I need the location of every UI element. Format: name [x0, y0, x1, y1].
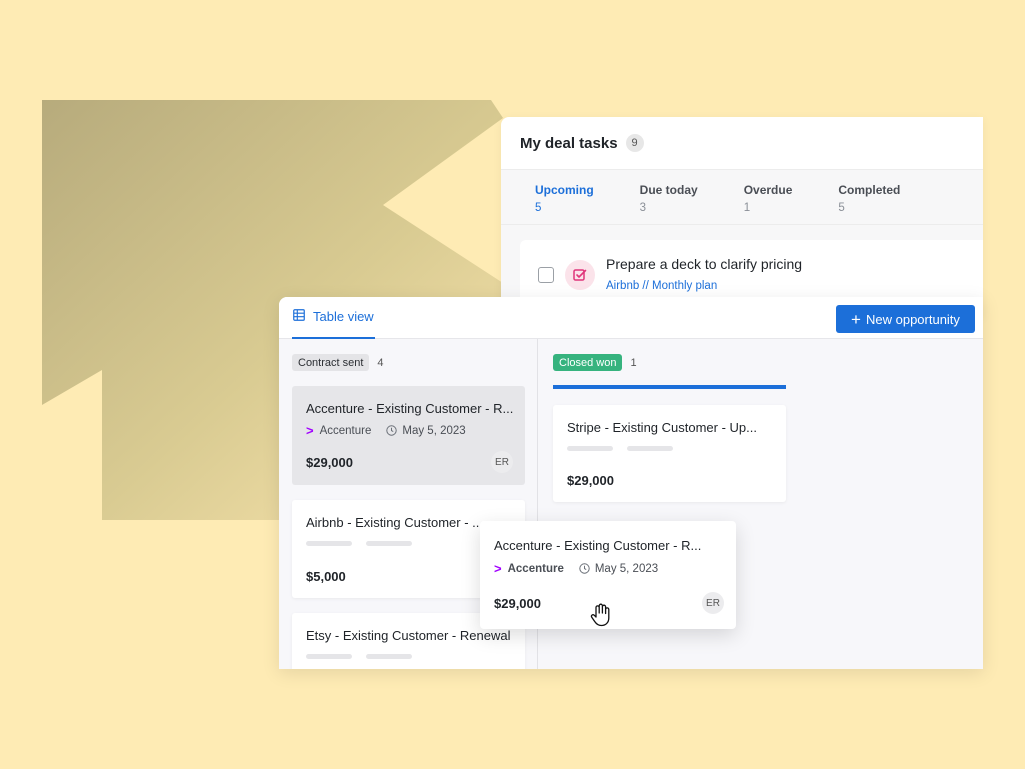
task-link[interactable]: Airbnb // Monthly plan	[606, 280, 802, 292]
stage-pill: Contract sent	[292, 354, 370, 371]
column-header-contract-sent: Contract sent 4	[292, 354, 384, 371]
tasks-count-badge: 9	[625, 134, 644, 152]
deal-date: May 5, 2023	[594, 562, 659, 575]
stage-count: 1	[630, 356, 637, 369]
stage-count: 4	[377, 356, 384, 369]
tab-table-view[interactable]: Table view	[292, 297, 375, 339]
tasks-header: My deal tasks 9	[501, 117, 983, 170]
plus-icon: +	[851, 309, 861, 329]
accenture-logo-icon: >	[494, 561, 502, 576]
placeholder-lines	[567, 446, 687, 451]
tasks-title: My deal tasks	[520, 134, 618, 152]
table-icon	[293, 308, 305, 326]
drop-zone-indicator	[553, 385, 786, 389]
tab-count: 5	[838, 202, 845, 214]
accenture-logo-icon: >	[306, 423, 314, 438]
deal-amount: $5,000	[306, 569, 346, 584]
tab-overdue[interactable]: Overdue 1	[744, 170, 793, 224]
avatar[interactable]: ER	[702, 592, 724, 614]
deal-meta: > Accenture May 5, 2023	[494, 561, 658, 576]
clock-icon	[386, 425, 398, 436]
tab-label: Due today	[639, 183, 698, 197]
placeholder-lines	[306, 654, 426, 659]
tab-label: Completed	[838, 183, 901, 197]
deal-tasks-panel: My deal tasks 9 Upcoming 5 Due today 3 O…	[501, 117, 983, 317]
tab-count: 5	[535, 202, 542, 214]
deal-title: Accenture - Existing Customer - R...	[306, 401, 514, 416]
deal-date: May 5, 2023	[402, 424, 466, 437]
tasks-tabs: Upcoming 5 Due today 3 Overdue 1 Complet…	[501, 170, 983, 225]
clock-icon	[579, 563, 590, 574]
tab-count: 1	[743, 202, 751, 214]
new-opportunity-label: New opportunity	[865, 311, 960, 327]
deal-company: Accenture	[319, 424, 372, 437]
deal-title: Stripe - Existing Customer - Up...	[567, 420, 757, 435]
tab-due-today[interactable]: Due today 3	[640, 170, 698, 224]
placeholder-lines	[306, 541, 426, 546]
deal-amount: $29,000	[494, 596, 541, 611]
deal-company: Accenture	[507, 562, 564, 575]
grab-hand-icon	[590, 603, 610, 627]
deal-amount: $29,000	[567, 473, 614, 488]
deal-meta: > Accenture May 5, 2023	[306, 423, 466, 438]
deal-card[interactable]: Stripe - Existing Customer - Up... $29,0…	[553, 405, 786, 502]
tab-upcoming[interactable]: Upcoming 5	[535, 170, 594, 224]
board-header: Table view + New opportunity	[279, 297, 983, 339]
task-check-icon	[565, 260, 595, 290]
new-opportunity-button[interactable]: + New opportunity	[836, 305, 975, 333]
deal-amount: $29,000	[306, 455, 353, 470]
tab-label: Upcoming	[535, 183, 594, 197]
avatar[interactable]: ER	[491, 451, 513, 473]
task-checkbox[interactable]	[538, 267, 554, 283]
stage-pill: Closed won	[553, 354, 623, 371]
deal-title: Airbnb - Existing Customer - ..	[306, 515, 480, 530]
tab-label: Overdue	[743, 183, 793, 197]
deal-title: Accenture - Existing Customer - R...	[494, 538, 702, 553]
column-header-closed-won: Closed won 1	[553, 354, 637, 371]
deal-card[interactable]: Accenture - Existing Customer - R... > A…	[292, 386, 525, 485]
view-tab-label: Table view	[313, 309, 374, 324]
deal-title: Etsy - Existing Customer - Renewal	[306, 628, 511, 643]
tab-count: 3	[639, 202, 647, 214]
task-title[interactable]: Prepare a deck to clarify pricing	[606, 256, 802, 272]
tab-completed[interactable]: Completed 5	[838, 170, 900, 224]
